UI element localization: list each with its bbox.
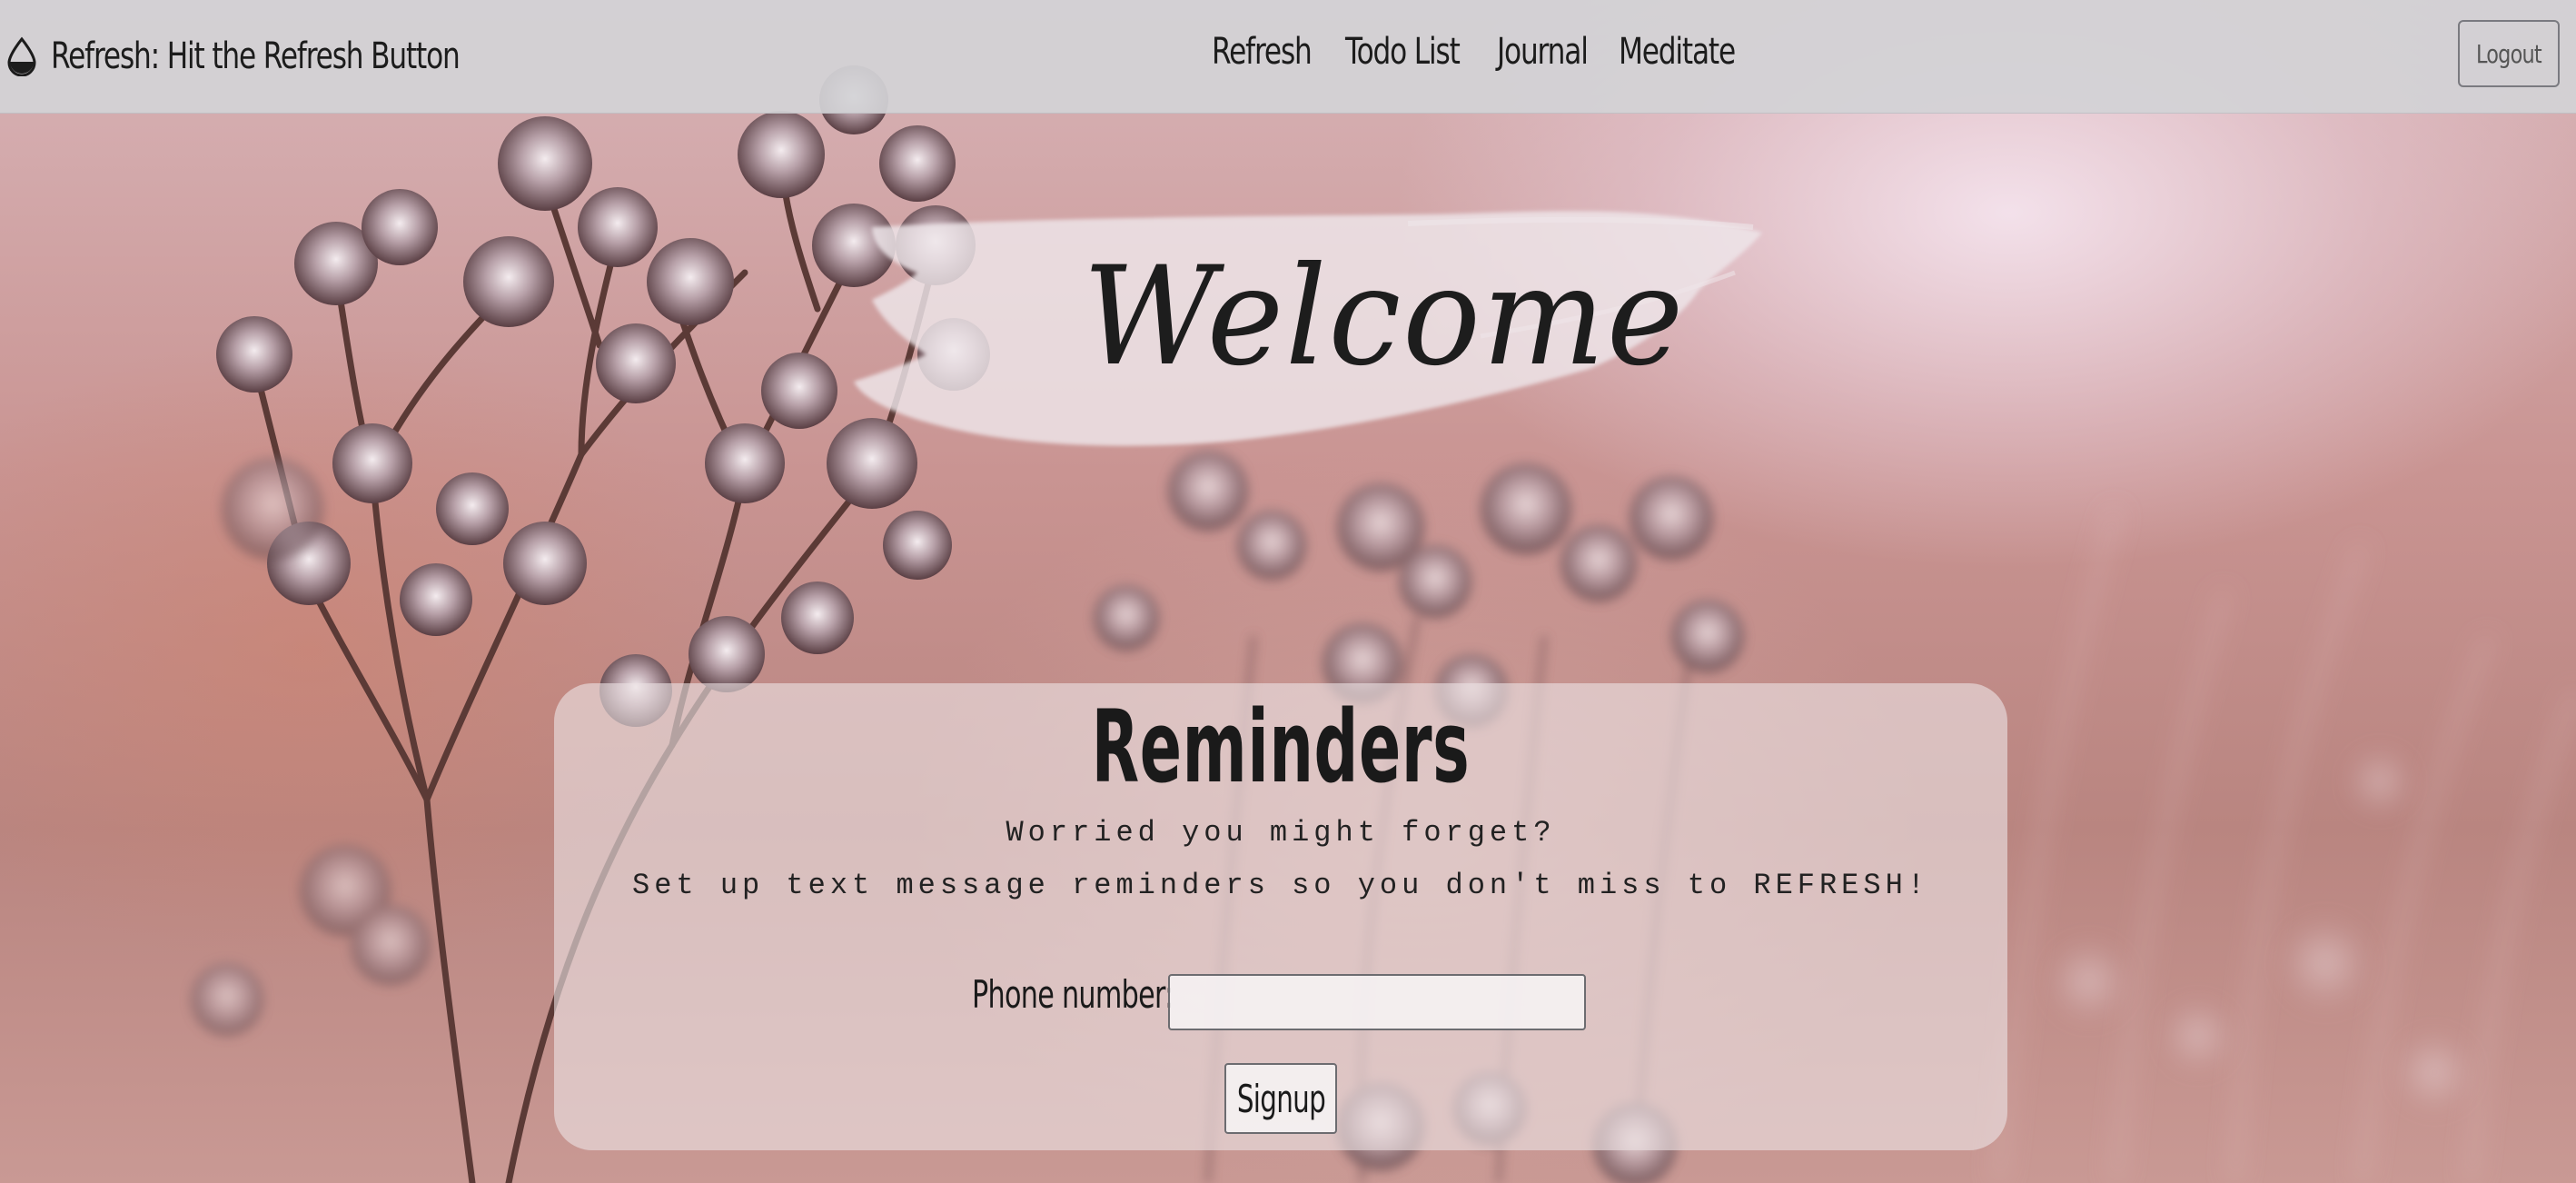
nav-link-refresh[interactable]: Refresh [1212,31,1313,73]
nav-link-todo-list[interactable]: Todo List [1345,31,1461,73]
top-navbar: Refresh: Hit the Refresh Button Refresh … [0,0,2576,114]
reminders-subtitle: Worried you might forget? [1006,816,1556,850]
nav-link-journal[interactable]: Journal [1497,31,1589,73]
welcome-banner: Welcome [845,191,1771,463]
brand-title: Refresh: Hit the Refresh Button [51,35,461,77]
signup-label: Signup [1236,1076,1325,1121]
reminders-title: Reminders [1091,689,1471,805]
water-drop-icon [7,36,36,76]
nav-links: Refresh Todo List Journal Meditate [1212,31,1742,73]
signup-button[interactable]: Signup [1224,1063,1337,1134]
brand[interactable]: Refresh: Hit the Refresh Button [5,27,574,85]
nav-link-meditate[interactable]: Meditate [1619,31,1736,73]
reminders-description: Set up text message reminders so you don… [632,869,1929,902]
reminders-card: Reminders Worried you might forget? Set … [554,683,2007,1150]
welcome-heading: Welcome [1083,238,1686,396]
logout-button[interactable]: Logout [2458,20,2560,87]
phone-number-input[interactable] [1168,974,1586,1030]
logout-label: Logout [2476,38,2542,69]
phone-number-label: Phone number: [972,972,1174,1017]
